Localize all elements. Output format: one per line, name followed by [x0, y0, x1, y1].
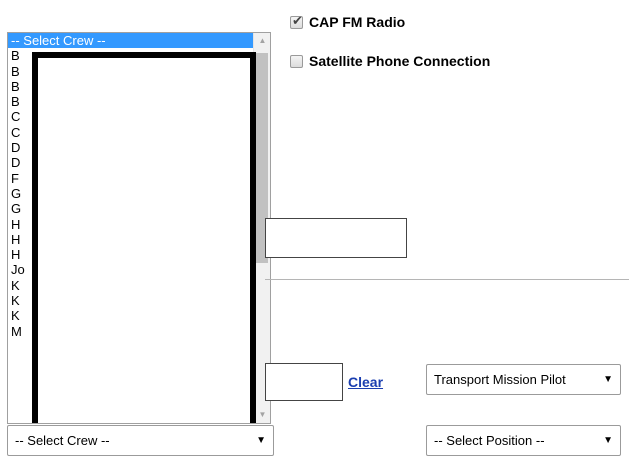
- cap-fm-radio-option[interactable]: ✔ CAP FM Radio: [290, 12, 406, 30]
- satellite-phone-label: Satellite Phone Connection: [309, 53, 491, 69]
- redaction-box: [32, 52, 256, 423]
- checkmark-icon: ✔: [292, 12, 303, 28]
- scroll-up-arrow-icon[interactable]: ▲: [254, 33, 270, 49]
- position-select-1-value: Transport Mission Pilot: [434, 372, 566, 387]
- chevron-down-icon: ▼: [256, 435, 266, 446]
- position-select-1[interactable]: Transport Mission Pilot ▼: [426, 364, 621, 395]
- satellite-phone-checkbox[interactable]: [290, 54, 303, 68]
- list-item-select-crew[interactable]: -- Select Crew --: [8, 33, 270, 49]
- position-select-2-value: -- Select Position --: [434, 433, 545, 448]
- chevron-down-icon: ▼: [603, 435, 613, 446]
- crew-dropdown-list[interactable]: -- Select Crew -- B B B B C C D D F G G H H H Jo K K K M ▲…: [7, 32, 271, 424]
- cap-fm-radio-checkbox[interactable]: ✔: [290, 12, 303, 29]
- crew-assignment-form: ✔ CAP FM Radio Satellite Phone Connectio…: [0, 0, 629, 467]
- section-divider: [265, 279, 629, 280]
- cap-fm-radio-label: CAP FM Radio: [309, 14, 406, 30]
- faded-text-area: [425, 210, 605, 250]
- satellite-phone-option[interactable]: Satellite Phone Connection: [290, 53, 490, 69]
- chevron-down-icon: ▼: [603, 374, 613, 385]
- notes-textbox[interactable]: [265, 218, 407, 258]
- crew-select-value: -- Select Crew --: [15, 433, 110, 448]
- clear-link[interactable]: Clear: [348, 374, 383, 390]
- position-select-2[interactable]: -- Select Position -- ▼: [426, 425, 621, 456]
- crew-textbox[interactable]: [265, 363, 343, 401]
- crew-select[interactable]: -- Select Crew -- ▼: [7, 425, 274, 456]
- scroll-down-arrow-icon[interactable]: ▼: [254, 407, 270, 423]
